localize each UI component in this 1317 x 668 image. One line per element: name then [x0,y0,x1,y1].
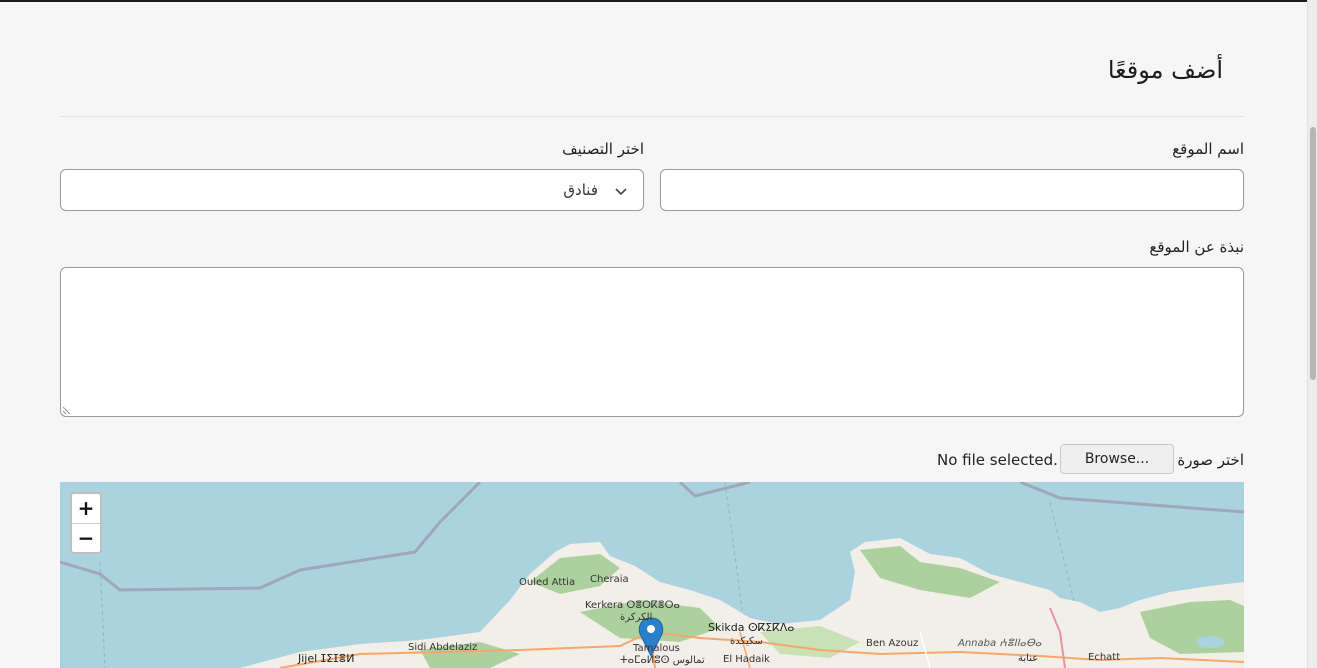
scrollbar-thumb[interactable] [1310,127,1316,380]
map[interactable]: + − Ouled Attia Cheraia Kerkera ⵔⴻⵔⴽⴻⵔⴰ … [60,482,1244,668]
site-about-label: نبذة عن الموقع [1149,238,1244,256]
map-label-echatt: Echatt [1088,652,1121,663]
zoom-in-button[interactable]: + [72,494,100,524]
site-name-input[interactable] [660,169,1244,211]
page-title: أضف موقعًا [1107,56,1223,84]
site-name-label: اسم الموقع [1172,140,1244,158]
map-label-tamalous: Tamalous [633,643,680,654]
map-label-annaba: Annaba ⵄⴻⵏⵏⴰⴱⴰ [958,638,1042,649]
header-divider [60,116,1244,117]
category-select[interactable]: فنادق [60,169,644,211]
site-about-textarea[interactable] [60,267,1244,417]
map-label-ouled-attia: Ouled Attia [519,577,576,588]
window-top-border [0,0,1317,2]
map-label-cheraia: Cheraia [590,574,629,585]
map-label-tamalous-ar: ⵜⴰⵎⴰⵍⵓⵙ تمالوس [620,655,705,666]
browse-button[interactable]: Browse... [1060,444,1174,474]
map-label-sidi-abdelaziz: Sidi Abdelaziz [408,642,478,653]
category-selected-value: فنادق [563,181,598,199]
chevron-down-icon [615,188,627,196]
map-label-kerkera: Kerkera ⵔⴻⵔⴽⴻⵔⴰ [585,600,680,611]
map-label-kerkera-ar: الكركرة [620,612,653,623]
map-label-jijel: Jijel ⵊⵉⵊⴻⵍ [298,652,355,665]
map-label-skikda-ar: سكيكدة [730,636,763,647]
map-label-el-hadaik: El Hadaik [723,654,770,665]
map-tiles [60,482,1244,668]
zoom-control: + − [70,492,102,554]
file-status: No file selected. [937,451,1058,469]
map-label-skikda: Skikda ⵙⴽⵉⴽⴷⴰ [708,621,795,634]
map-label-ben-azouz: Ben Azouz [866,638,919,649]
page-scrollbar[interactable] [1307,0,1317,668]
category-label: اختر التصنيف [562,140,644,158]
map-label-annaba-ar: عنابة [1018,653,1039,664]
zoom-out-button[interactable]: − [72,524,100,553]
image-label: اختر صورة [1177,451,1244,469]
resize-grip-icon[interactable] [62,403,74,415]
